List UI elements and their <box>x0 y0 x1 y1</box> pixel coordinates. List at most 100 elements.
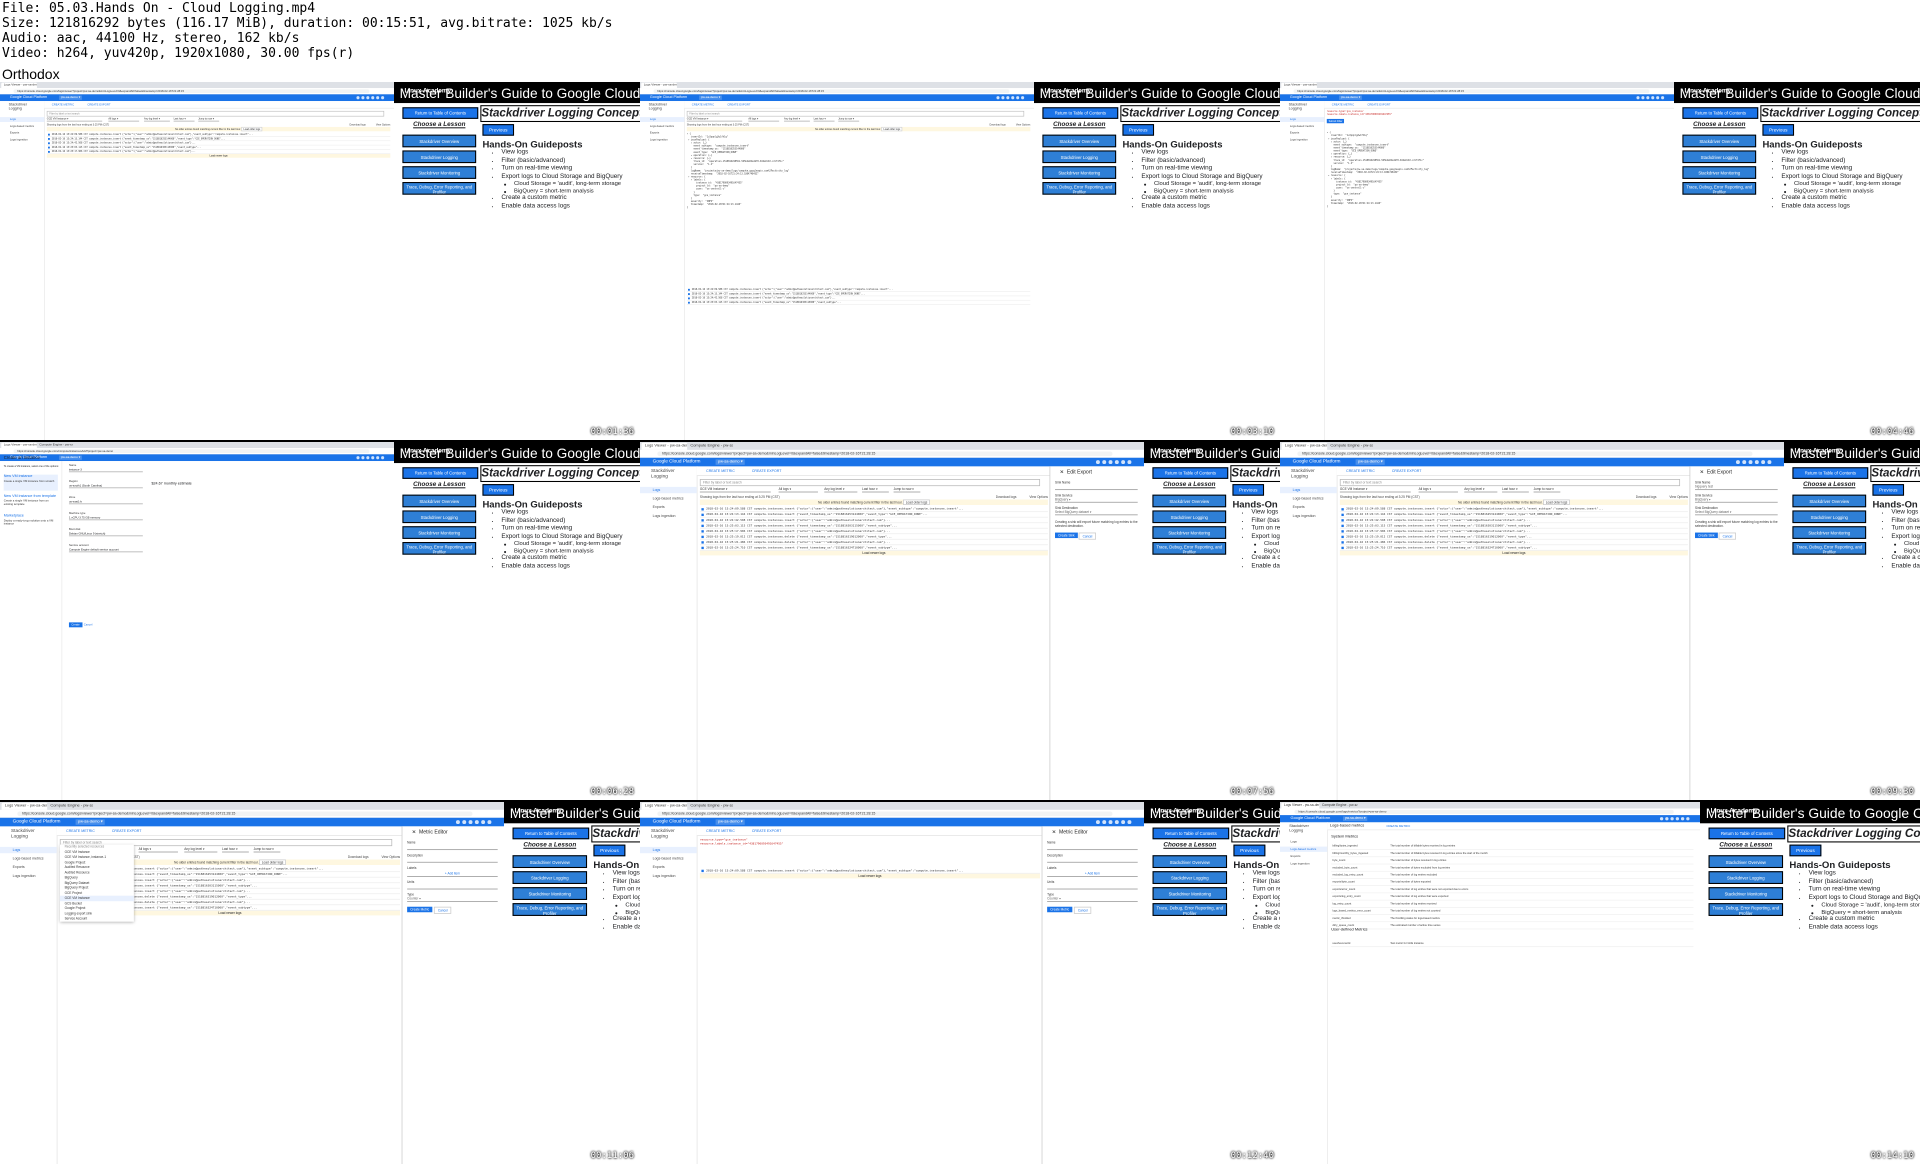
sidebar-item[interactable]: Logs <box>1280 486 1337 494</box>
metric-type-select[interactable]: Counter ▾ <box>407 897 498 903</box>
load-newer-button[interactable]: Load newer logs <box>46 154 391 158</box>
lesson-button[interactable]: Stackdriver Monitoring <box>1682 166 1757 179</box>
create-metric-button[interactable]: CREATE METRIC <box>692 102 714 106</box>
load-older-button[interactable]: Load older logs <box>241 126 263 132</box>
create-metric-button[interactable]: CREATE METRIC <box>706 468 735 474</box>
browser-tab[interactable]: Logs Viewer - pw-sa-demo <box>641 802 688 810</box>
logs-dropdown[interactable]: All logs ▾ <box>1418 487 1458 493</box>
gcp-brand[interactable]: Google Cloud Platform <box>653 459 701 465</box>
form-field-input[interactable]: us-south1 (South Carolina) <box>68 484 143 489</box>
lesson-button[interactable]: Stackdriver Monitoring <box>1708 887 1784 900</box>
resource-dropdown[interactable]: GCE VM Instance ▾ <box>46 117 103 122</box>
log-row[interactable]: 2018-02-16 15:25:17.906 CST compute.inst… <box>46 150 391 155</box>
level-dropdown[interactable]: Any log level ▾ <box>144 117 170 122</box>
project-selector[interactable]: pw-sa-demo ▾ <box>1343 816 1368 822</box>
browser-tab[interactable]: Compute Engine - pw-sa-demo <box>47 802 93 810</box>
metric-desc-input[interactable] <box>407 857 498 863</box>
metric-row[interactable]: byte_count The total number of bytes rece… <box>1331 857 1694 865</box>
gcp-brand[interactable]: Google Cloud Platform <box>1291 816 1331 821</box>
sidebar-item[interactable]: Logs-based metrics <box>1280 846 1328 852</box>
toolbar-icons[interactable] <box>1094 460 1141 465</box>
toc-button[interactable]: Return to Table of Contents <box>1152 467 1229 479</box>
sidebar-item[interactable]: Logs ingestion <box>640 137 684 142</box>
sink-destination-select[interactable]: Select BigQuery dataset ▾ <box>1055 510 1138 516</box>
level-dropdown[interactable]: Any log level ▾ <box>1464 487 1498 493</box>
sidebar-item[interactable]: Exports <box>1280 504 1337 510</box>
lesson-button[interactable]: Trace, Debug, Error Reporting, and Profi… <box>512 903 588 916</box>
lesson-button[interactable]: Stackdriver Logging <box>1708 871 1784 884</box>
time-dropdown[interactable]: Last hour ▾ <box>1502 487 1529 493</box>
create-metric-button[interactable]: CREATE METRIC <box>1346 468 1375 474</box>
sidebar-item[interactable]: Exports <box>0 864 57 870</box>
lesson-button[interactable]: Stackdriver Logging <box>402 510 477 524</box>
metric-row[interactable]: excluded_log_entry_count The total number… <box>1331 872 1694 879</box>
create-export-button[interactable]: CREATE EXPORT <box>752 468 782 474</box>
load-newer-button[interactable]: Load newer logs <box>699 550 1048 556</box>
metric-type-select[interactable]: Counter ▾ <box>1047 897 1138 903</box>
toc-button[interactable]: Return to Table of Contents <box>1042 107 1119 119</box>
create-export-button[interactable]: CREATE EXPORT <box>752 828 782 834</box>
load-older-button[interactable]: Load older logs <box>903 499 930 505</box>
create-metric-button[interactable]: CREATE METRIC <box>1332 102 1354 106</box>
add-label-button[interactable]: + Add item <box>1047 871 1138 877</box>
gcp-brand[interactable]: Google Cloud Platform <box>653 819 701 825</box>
sink-name-input[interactable]: bigquery test <box>1695 485 1778 491</box>
previous-button[interactable]: Previous <box>482 484 515 496</box>
toc-button[interactable]: Return to Table of Contents <box>1152 827 1230 840</box>
previous-button[interactable]: Previous <box>593 844 626 857</box>
browser-tab[interactable]: Logs Viewer - pw-sa-demo <box>1 802 48 810</box>
submit-filter-button[interactable]: Submit Filter <box>1326 118 1345 124</box>
sidebar-item[interactable]: Exports <box>1280 854 1327 859</box>
form-field-input[interactable]: 1 vCPU 3.75 GB memory <box>68 516 143 521</box>
toolbar-icons[interactable] <box>454 820 501 825</box>
lesson-button[interactable]: Stackdriver Overview <box>1792 494 1867 508</box>
advanced-filter-editor[interactable]: resource.type="gce_instance" resource.la… <box>700 838 1040 846</box>
create-metric-button[interactable]: CREATE METRIC <box>1386 824 1410 829</box>
metric-units-input[interactable] <box>407 884 498 890</box>
add-label-button[interactable]: + Add item <box>407 871 498 877</box>
toolbar-icons[interactable] <box>355 456 392 460</box>
sidebar-item[interactable]: Logs <box>640 486 697 494</box>
sidebar-item[interactable]: Logs-based metrics <box>1280 124 1324 129</box>
previous-button[interactable]: Previous <box>1233 844 1266 857</box>
lesson-button[interactable]: Stackdriver Monitoring <box>1152 887 1228 900</box>
lesson-button[interactable]: Stackdriver Logging <box>1792 510 1867 524</box>
level-dropdown[interactable]: Any log level ▾ <box>824 487 858 493</box>
previous-button[interactable]: Previous <box>1762 124 1795 136</box>
create-sink-button[interactable]: Create Sink <box>1055 532 1078 539</box>
sink-service-select[interactable]: BigQuery ▾ <box>1695 497 1778 503</box>
lesson-button[interactable]: Trace, Debug, Error Reporting, and Profi… <box>402 542 477 555</box>
sidebar-item[interactable]: Logs ingestion <box>1280 137 1324 142</box>
advanced-filter-editor[interactable]: resource.type="gce_instance" resource.la… <box>1327 110 1671 116</box>
metric-row[interactable]: excluded_byte_count The total number of b… <box>1331 864 1694 872</box>
create-sink-button[interactable]: Create Sink <box>1695 532 1718 539</box>
sidebar-item[interactable]: Exports <box>1280 131 1324 136</box>
lesson-button[interactable]: Stackdriver Overview <box>1152 855 1228 869</box>
cancel-metric-button[interactable]: Cancel <box>433 906 452 914</box>
sidebar-item[interactable]: Exports <box>0 131 44 136</box>
lesson-button[interactable]: Stackdriver Monitoring <box>402 166 477 179</box>
lesson-button[interactable]: Stackdriver Logging <box>402 150 477 164</box>
metric-row[interactable]: exports/log_entry_count The total number … <box>1331 893 1694 901</box>
lesson-button[interactable]: Trace, Debug, Error Reporting, and Profi… <box>1708 903 1784 916</box>
jump-dropdown[interactable]: Jump to now ▾ <box>253 847 281 853</box>
cancel-metric-button[interactable]: Cancel <box>1073 906 1092 914</box>
metric-units-input[interactable] <box>1047 884 1138 890</box>
jump-dropdown[interactable]: Jump to now ▾ <box>838 117 860 122</box>
sink-name-input[interactable] <box>1055 485 1138 491</box>
create-metric-button[interactable]: CREATE METRIC <box>66 828 95 834</box>
logs-dropdown[interactable]: All logs ▾ <box>778 487 818 493</box>
toolbar-icons[interactable] <box>355 96 392 100</box>
level-dropdown[interactable]: Any log level ▾ <box>184 847 218 853</box>
sidebar-item[interactable]: Exports <box>640 131 684 136</box>
create-export-button[interactable]: CREATE EXPORT <box>1392 468 1422 474</box>
sink-destination-select[interactable]: Select BigQuery dataset ▾ <box>1695 510 1778 516</box>
toc-button[interactable]: Return to Table of Contents <box>1682 107 1759 119</box>
load-older-button[interactable]: Load older logs <box>881 126 903 132</box>
previous-button[interactable]: Previous <box>1872 484 1905 496</box>
sidebar-item[interactable]: Logs ingestion <box>0 873 57 879</box>
load-newer-button[interactable]: Load newer logs <box>699 873 1041 879</box>
metric-desc-input[interactable] <box>1047 857 1138 863</box>
toc-button[interactable]: Return to Table of Contents <box>512 827 590 840</box>
metric-row[interactable]: billing/monthly_bytes_ingested The total … <box>1331 850 1694 858</box>
